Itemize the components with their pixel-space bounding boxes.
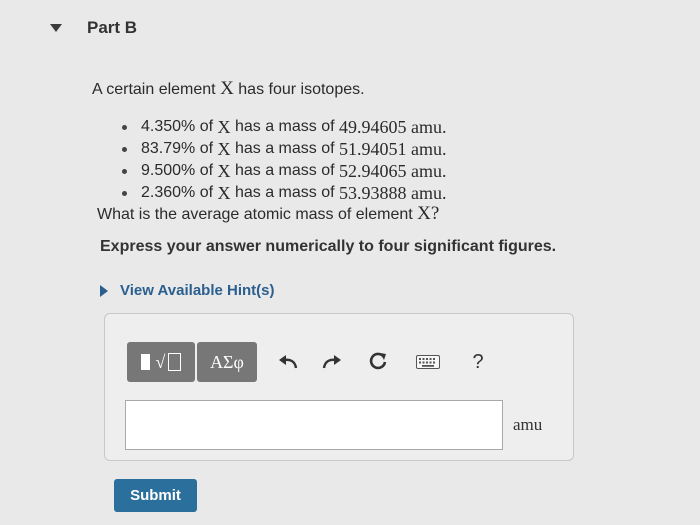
- part-title: Part B: [87, 18, 138, 37]
- submit-button[interactable]: Submit: [114, 479, 197, 512]
- bullet-icon: [122, 190, 127, 196]
- keyboard-icon: [416, 355, 440, 369]
- unit-label: amu: [513, 415, 543, 434]
- reset-icon: [369, 352, 387, 370]
- answer-input[interactable]: [125, 400, 503, 450]
- bullet-icon: [122, 168, 127, 174]
- keyboard-button[interactable]: [413, 347, 443, 377]
- collapse-caret-icon[interactable]: [50, 24, 62, 32]
- sqrt-icon: √: [155, 351, 166, 372]
- problem-intro: A certain element X has four isotopes.: [92, 78, 365, 99]
- isotope-list: 4.350% of X has a mass of 49.94605 amu. …: [112, 116, 447, 204]
- redo-button[interactable]: [317, 347, 347, 377]
- question-text: What is the average atomic mass of eleme…: [97, 203, 440, 224]
- part-header[interactable]: Part B: [50, 18, 137, 38]
- templates-button[interactable]: √: [127, 342, 195, 382]
- reset-button[interactable]: [363, 347, 393, 377]
- box-icon: [168, 353, 182, 371]
- view-hints-link[interactable]: View Available Hint(s): [100, 282, 275, 299]
- list-item: 4.350% of X has a mass of 49.94605 amu.: [112, 116, 447, 138]
- list-item: 9.500% of X has a mass of 52.94065 amu.: [112, 160, 447, 182]
- bullet-icon: [122, 124, 127, 130]
- list-item: 83.79% of X has a mass of 51.94051 amu.: [112, 138, 447, 160]
- block-icon: [140, 354, 150, 370]
- expand-triangle-icon: [100, 284, 108, 297]
- undo-icon: [279, 355, 298, 369]
- bullet-icon: [122, 146, 127, 152]
- instruction-text: Express your answer numerically to four …: [100, 238, 557, 255]
- answer-panel: √ ΑΣφ ? amu: [104, 313, 574, 461]
- undo-button[interactable]: [273, 347, 303, 377]
- list-item: 2.360% of X has a mass of 53.93888 amu.: [112, 182, 447, 204]
- greek-symbols-button[interactable]: ΑΣφ: [197, 342, 257, 382]
- help-button[interactable]: ?: [463, 347, 493, 377]
- redo-icon: [322, 355, 341, 369]
